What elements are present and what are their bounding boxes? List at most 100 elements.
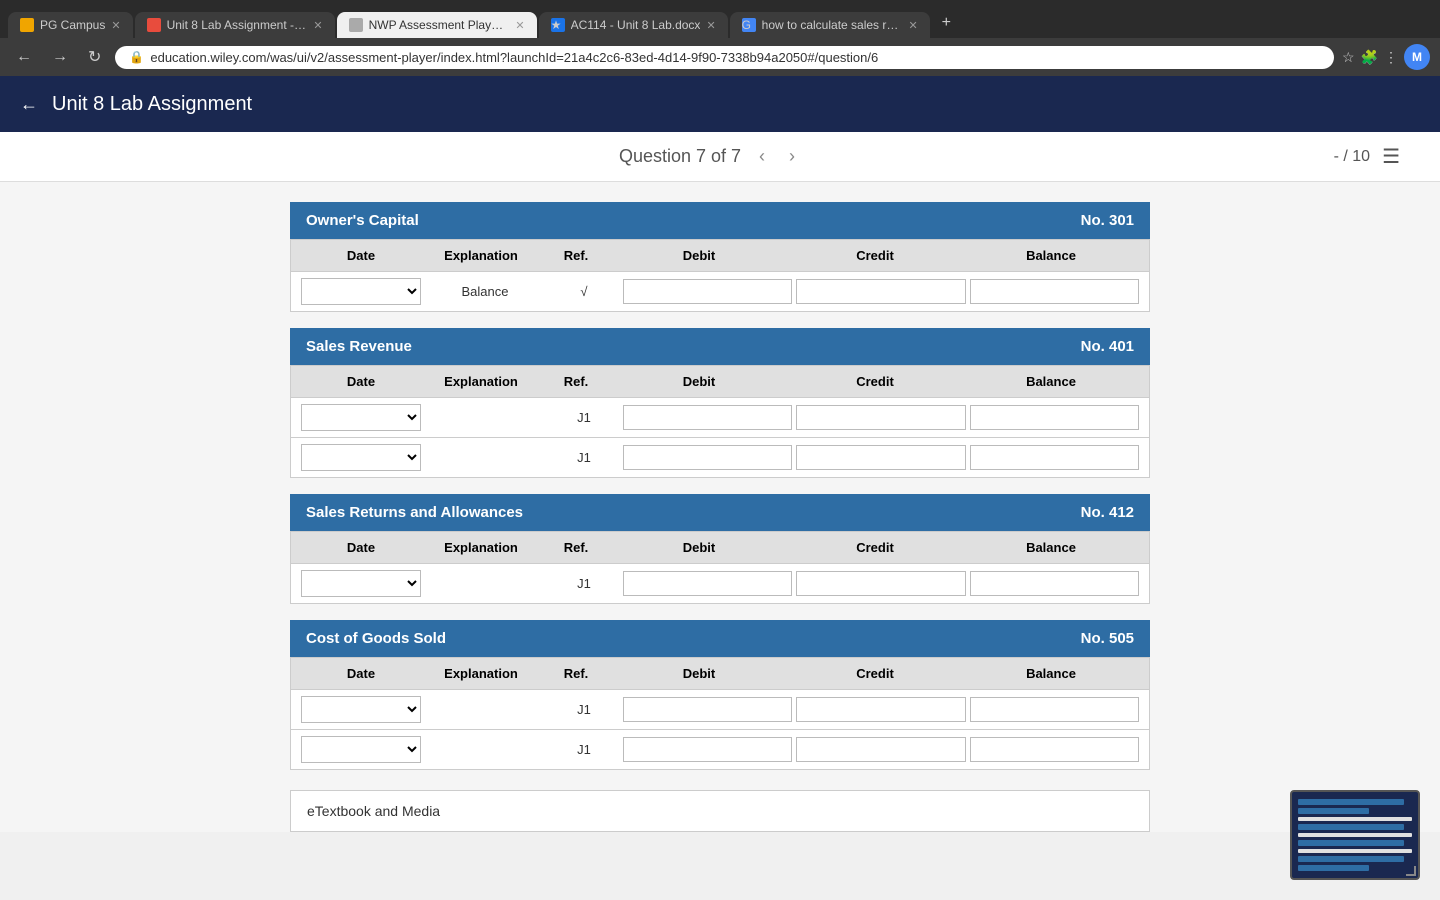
back-button[interactable]: ← [10, 46, 38, 68]
col-balance-sr: Balance [963, 374, 1139, 389]
table-row: J1 [290, 398, 1150, 438]
ledger-sales-revenue-columns: Date Explanation Ref. Debit Credit Balan… [290, 365, 1150, 398]
tab-unit8-lab[interactable]: Unit 8 Lab Assignment - AC114... ✕ [135, 12, 335, 38]
etextbook-panel: eTextbook and Media [290, 790, 1150, 832]
ledger-title-sales-returns: Sales Returns and Allowances [306, 504, 523, 521]
thumb-line-7 [1298, 849, 1412, 853]
user-avatar[interactable]: M [1404, 44, 1430, 70]
main-content: Question 7 of 7 ‹ › - / 10 ☰ Owner's Cap… [0, 132, 1440, 832]
browser-chrome: PG Campus ✕ Unit 8 Lab Assignment - AC11… [0, 0, 1440, 76]
credit-input-sr-2[interactable] [796, 445, 965, 470]
ledger-title-cost-of-goods: Cost of Goods Sold [306, 630, 446, 647]
balance-input-cgs-2[interactable] [970, 737, 1139, 762]
col-explanation-sr: Explanation [421, 374, 541, 389]
tab-close-nwp[interactable]: ✕ [515, 19, 524, 32]
debit-input-sra-1[interactable] [623, 571, 792, 596]
thumb-line-1 [1298, 799, 1404, 805]
date-select-sra-1[interactable] [301, 570, 421, 597]
tab-close-unit8[interactable]: ✕ [313, 19, 322, 32]
table-row: J1 [290, 438, 1150, 478]
col-debit-sra: Debit [611, 540, 787, 555]
credit-input-cgs-2[interactable] [796, 737, 965, 762]
ledger-cost-of-goods: Cost of Goods Sold No. 505 Date Explanat… [290, 620, 1150, 770]
browser-actions: ☆ 🧩 ⋮ M [1342, 44, 1430, 70]
credit-input-oc-1[interactable] [796, 279, 965, 304]
debit-input-oc-1[interactable] [623, 279, 792, 304]
etextbook-label: eTextbook and Media [307, 803, 440, 819]
thumb-line-4 [1298, 824, 1404, 830]
ref-j1-cgs-1: J1 [549, 702, 619, 717]
ledger-sales-returns-columns: Date Explanation Ref. Debit Credit Balan… [290, 531, 1150, 564]
bookmark-icon[interactable]: ☆ [1342, 49, 1355, 66]
date-select-sr-2[interactable] [301, 444, 421, 471]
balance-input-sra-1[interactable] [970, 571, 1139, 596]
balance-input-sr-2[interactable] [970, 445, 1139, 470]
ref-j1-sr-2: J1 [549, 450, 619, 465]
extensions-icon[interactable]: 🧩 [1361, 49, 1378, 66]
col-ref-cgs: Ref. [541, 666, 611, 681]
tab-label-nwp: NWP Assessment Player UI Ap... [369, 18, 510, 32]
tab-pg-campus[interactable]: PG Campus ✕ [8, 12, 133, 38]
date-select-sr-1[interactable] [301, 404, 421, 431]
tab-ac114-docx[interactable]: ★ AC114 - Unit 8 Lab.docx ✕ [539, 12, 728, 38]
ref-j1-sr-1: J1 [549, 410, 619, 425]
new-tab-button[interactable]: + [932, 8, 961, 38]
list-icon[interactable]: ☰ [1382, 144, 1400, 169]
header-back-arrow[interactable]: ← [20, 94, 38, 115]
col-balance: Balance [963, 248, 1139, 263]
etextbook-bar: eTextbook and Media [270, 790, 1170, 832]
thumb-line-6 [1298, 840, 1404, 846]
date-select-cgs-1[interactable] [301, 696, 421, 723]
tab-label-docx: AC114 - Unit 8 Lab.docx [571, 18, 701, 32]
col-date-sr: Date [301, 374, 421, 389]
date-select-cgs-2[interactable] [301, 736, 421, 763]
question-nav-bar: Question 7 of 7 ‹ › - / 10 ☰ [0, 132, 1440, 182]
next-question-button[interactable]: › [783, 144, 801, 169]
table-row: J1 [290, 730, 1150, 770]
forward-button[interactable]: → [46, 46, 74, 68]
col-credit-sr: Credit [787, 374, 963, 389]
thumbnail-resize-handle[interactable] [1406, 866, 1416, 876]
tab-label-pg-campus: PG Campus [40, 18, 105, 32]
credit-input-sr-1[interactable] [796, 405, 965, 430]
tab-nwp-active[interactable]: NWP Assessment Player UI Ap... ✕ [337, 12, 537, 38]
ledger-sales-returns: Sales Returns and Allowances No. 412 Dat… [290, 494, 1150, 604]
ledger-number-cost-of-goods: No. 505 [1081, 630, 1134, 647]
col-ref-sr: Ref. [541, 374, 611, 389]
col-date: Date [301, 248, 421, 263]
ledger-sales-revenue-header: Sales Revenue No. 401 [290, 328, 1150, 365]
tab-bar: PG Campus ✕ Unit 8 Lab Assignment - AC11… [0, 0, 1440, 38]
col-credit-sra: Credit [787, 540, 963, 555]
thumb-line-8 [1298, 856, 1404, 862]
menu-icon[interactable]: ⋮ [1384, 49, 1398, 66]
credit-input-sra-1[interactable] [796, 571, 965, 596]
ref-j1-sra-1: J1 [549, 576, 619, 591]
balance-input-oc-1[interactable] [970, 279, 1139, 304]
thumb-line-2 [1298, 808, 1369, 814]
tab-close-google[interactable]: ✕ [908, 19, 917, 32]
tab-close-pg-campus[interactable]: ✕ [111, 19, 120, 32]
debit-input-sr-1[interactable] [623, 405, 792, 430]
col-balance-cgs: Balance [963, 666, 1139, 681]
app-title: Unit 8 Lab Assignment [52, 93, 252, 116]
debit-input-cgs-2[interactable] [623, 737, 792, 762]
debit-input-sr-2[interactable] [623, 445, 792, 470]
question-nav-center: Question 7 of 7 ‹ › [619, 144, 801, 169]
ledger-title-sales-revenue: Sales Revenue [306, 338, 412, 355]
credit-input-cgs-1[interactable] [796, 697, 965, 722]
tab-close-docx[interactable]: ✕ [706, 19, 715, 32]
date-select-oc-1[interactable] [301, 278, 421, 305]
balance-input-cgs-1[interactable] [970, 697, 1139, 722]
refresh-button[interactable]: ↻ [82, 45, 107, 69]
balance-input-sr-1[interactable] [970, 405, 1139, 430]
tab-favicon-pg-campus [20, 18, 34, 32]
tab-sales-revenue[interactable]: G how to calculate sales revenue... ✕ [730, 12, 930, 38]
debit-input-cgs-1[interactable] [623, 697, 792, 722]
tab-favicon-unit8 [147, 18, 161, 32]
prev-question-button[interactable]: ‹ [753, 144, 771, 169]
ref-j1-cgs-2: J1 [549, 742, 619, 757]
col-explanation: Explanation [421, 248, 541, 263]
col-credit-cgs: Credit [787, 666, 963, 681]
address-bar[interactable]: 🔒 education.wiley.com/was/ui/v2/assessme… [115, 46, 1334, 69]
col-debit-cgs: Debit [611, 666, 787, 681]
